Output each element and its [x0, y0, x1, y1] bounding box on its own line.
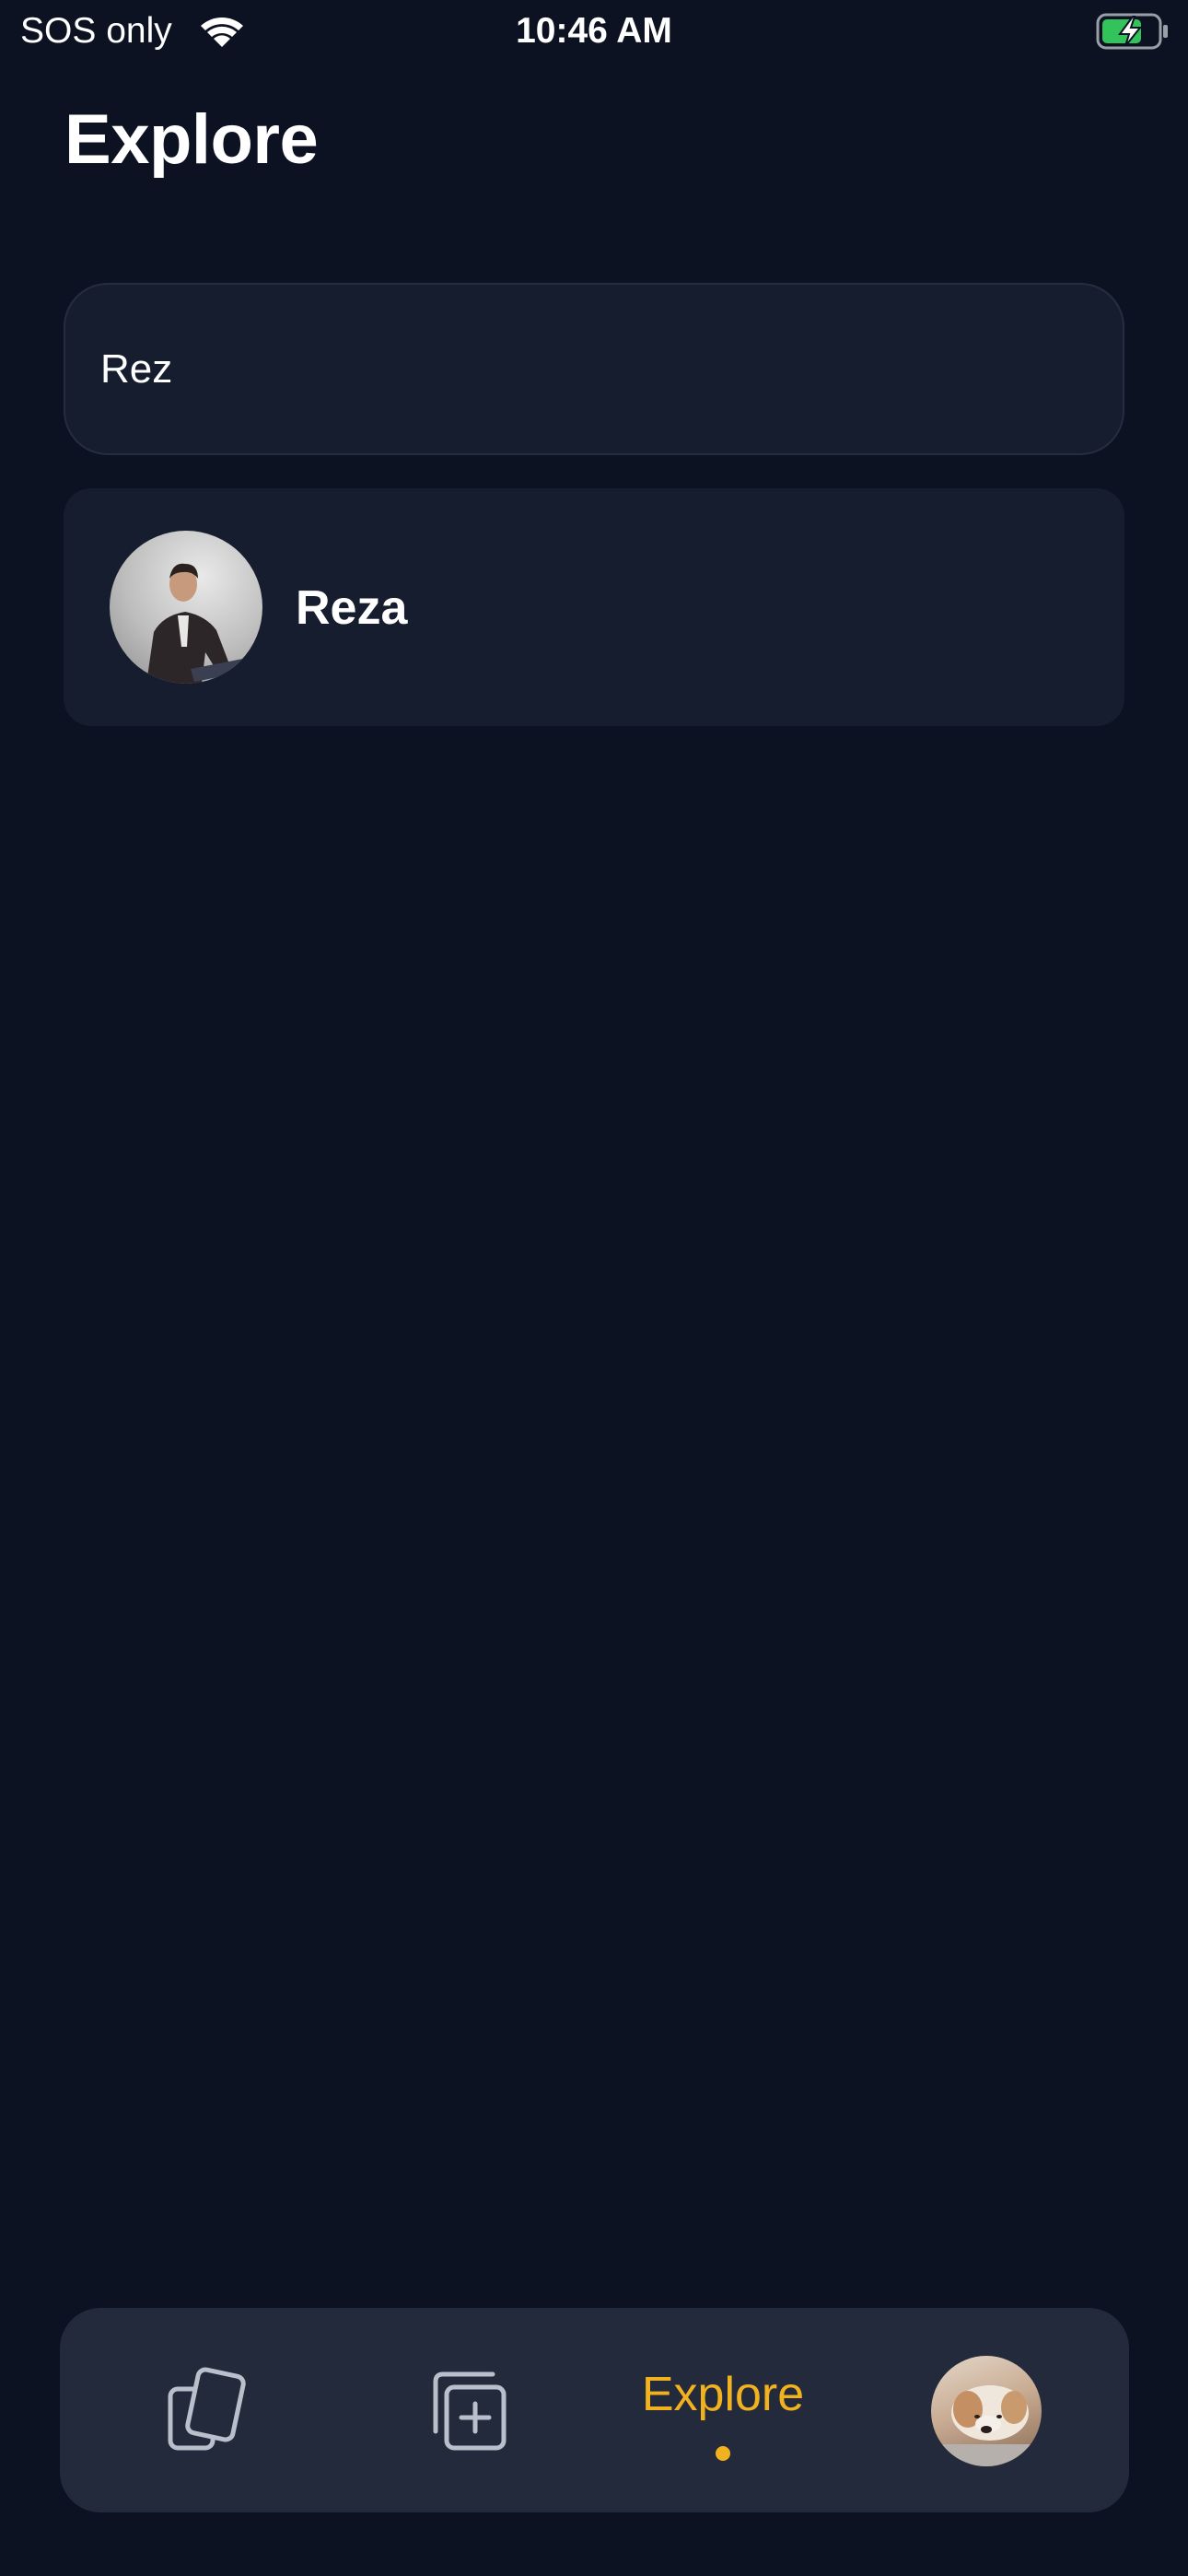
search-input[interactable]: [100, 285, 1077, 453]
tab-cards[interactable]: [152, 2308, 266, 2512]
page-title: Explore: [64, 100, 319, 179]
person-photo: [146, 563, 251, 684]
active-tab-indicator: [716, 2446, 730, 2461]
battery-charging-icon: [1096, 13, 1168, 50]
search-result-item[interactable]: Reza: [64, 488, 1124, 726]
result-name: Reza: [296, 581, 408, 635]
add-square-icon: [433, 2371, 507, 2451]
tab-explore[interactable]: Explore: [612, 2308, 833, 2512]
profile-avatar: [931, 2356, 1042, 2466]
dog-photo: [931, 2385, 1042, 2466]
cards-icon: [168, 2367, 246, 2451]
status-bar: SOS only 10:46 AM: [0, 0, 1188, 64]
search-field[interactable]: [64, 283, 1124, 455]
status-time: 10:46 AM: [516, 11, 672, 51]
tab-explore-label: Explore: [641, 2368, 805, 2421]
result-avatar[interactable]: [110, 531, 262, 684]
bottom-tab-bar: Explore: [60, 2308, 1129, 2512]
tab-create[interactable]: [410, 2308, 524, 2512]
tab-profile[interactable]: [926, 2308, 1054, 2512]
explore-screen: SOS only 10:46 AM Explore Rez Reza Explo…: [0, 0, 1188, 2576]
